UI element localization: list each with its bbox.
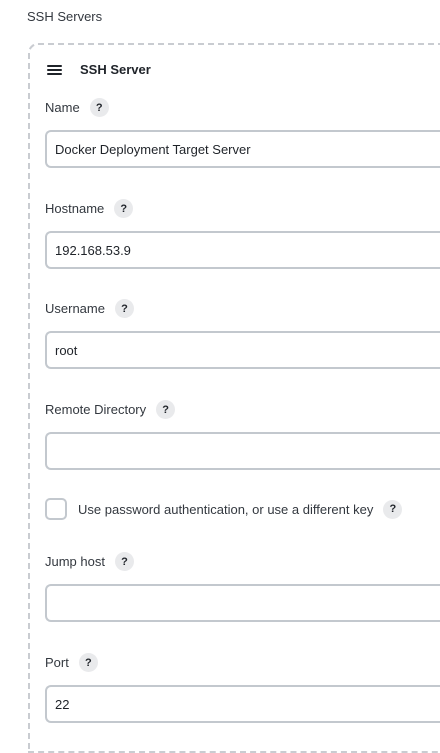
port-input[interactable] bbox=[45, 685, 440, 723]
jump-host-help-icon[interactable]: ? bbox=[114, 552, 134, 571]
hostname-label: Hostname bbox=[45, 201, 105, 216]
hostname-input[interactable] bbox=[45, 231, 440, 269]
drag-handle-icon[interactable] bbox=[47, 64, 62, 76]
username-input[interactable] bbox=[45, 331, 440, 369]
name-label: Name bbox=[45, 100, 80, 115]
port-help-icon[interactable]: ? bbox=[78, 653, 98, 672]
remote-directory-help-icon[interactable]: ? bbox=[156, 400, 176, 419]
remote-directory-label-row: Remote Directory ? bbox=[45, 400, 176, 419]
username-label-row: Username ? bbox=[45, 299, 134, 318]
hostname-label-row: Hostname ? bbox=[45, 199, 134, 218]
port-label-row: Port ? bbox=[45, 653, 98, 672]
card-header: SSH Server bbox=[47, 62, 151, 77]
username-help-icon[interactable]: ? bbox=[114, 299, 134, 318]
remote-directory-input[interactable] bbox=[45, 432, 440, 470]
name-input[interactable] bbox=[45, 130, 440, 168]
use-password-checkbox[interactable] bbox=[45, 498, 67, 520]
use-password-help-icon[interactable]: ? bbox=[383, 499, 403, 519]
card-title: SSH Server bbox=[80, 62, 151, 77]
username-label: Username bbox=[45, 301, 105, 316]
jump-host-label: Jump host bbox=[45, 554, 105, 569]
port-label: Port bbox=[45, 655, 69, 670]
name-label-row: Name ? bbox=[45, 98, 109, 117]
name-help-icon[interactable]: ? bbox=[89, 98, 109, 117]
use-password-label[interactable]: Use password authentication, or use a di… bbox=[78, 502, 373, 517]
remote-directory-label: Remote Directory bbox=[45, 402, 147, 417]
jump-host-input[interactable] bbox=[45, 584, 440, 622]
hostname-help-icon[interactable]: ? bbox=[114, 199, 134, 218]
use-password-row: Use password authentication, or use a di… bbox=[45, 498, 403, 520]
jump-host-label-row: Jump host ? bbox=[45, 552, 134, 571]
section-title: SSH Servers bbox=[27, 9, 103, 24]
